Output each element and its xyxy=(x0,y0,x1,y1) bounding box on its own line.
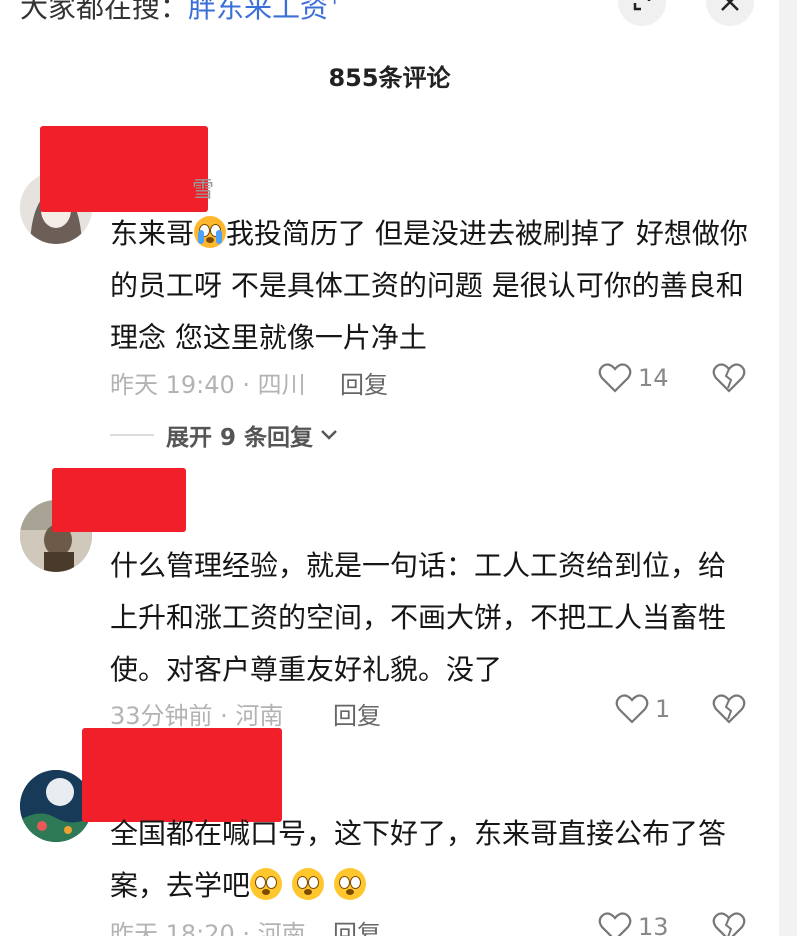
flushed-emoji-icon xyxy=(292,868,325,900)
search-suggestion[interactable]: 大家都在搜：胖东来工资⚲ xyxy=(20,0,341,26)
comment-text-part: 全国都在喊口号，这下好了，东来哥直接公布了答案，去学吧 xyxy=(110,817,727,902)
like-button[interactable]: 13 xyxy=(598,911,669,936)
search-term-link[interactable]: 胖东来工资 xyxy=(188,0,328,24)
comments-sheet: 大家都在搜：胖东来工资⚲ 855条评论 雪 东来哥我投简历了 但是没进去被刷掉了… xyxy=(0,0,779,936)
comment-text: 东来哥 我投简历了 但是没进去被刷掉了 好想做你的员工呀 不是具体工资的问题 是很… xyxy=(110,208,750,364)
comment-meta: 33分钟前 · 河南 xyxy=(110,702,284,730)
reply-button[interactable]: 回复 xyxy=(333,914,381,936)
expand-icon xyxy=(633,0,651,11)
like-count: 14 xyxy=(638,364,669,392)
crying-emoji-icon xyxy=(194,216,227,248)
close-button[interactable] xyxy=(706,0,754,26)
comment-text-part: 东来哥 xyxy=(110,217,195,250)
comment-text: 什么管理经验，就是一句话：工人工资给到位，给上升和涨工资的空间，不画大饼，不把工… xyxy=(110,549,727,686)
comment-text: 全国都在喊口号，这下好了，东来哥直接公布了答案，去学吧 xyxy=(110,808,750,912)
expand-replies-button[interactable]: 展开 9 条回复 xyxy=(110,418,339,452)
dislike-button[interactable] xyxy=(712,362,746,398)
comment-meta: 昨天 18:20 · 河南 xyxy=(110,920,306,936)
dislike-button[interactable] xyxy=(712,911,746,936)
heart-icon xyxy=(598,363,632,393)
broken-heart-icon xyxy=(712,363,746,393)
reply-button[interactable]: 回复 xyxy=(340,365,388,400)
reply-button[interactable]: 回复 xyxy=(333,696,381,731)
heart-icon xyxy=(615,694,649,724)
search-prefix: 大家都在搜： xyxy=(20,0,189,24)
like-count: 13 xyxy=(638,913,669,936)
expand-button[interactable] xyxy=(618,0,666,26)
heart-icon xyxy=(598,912,632,936)
username[interactable]: 雪 xyxy=(192,172,214,204)
redacted-username xyxy=(40,126,208,212)
flushed-emoji-icon xyxy=(250,868,283,900)
dislike-button[interactable] xyxy=(712,693,746,729)
comment-meta: 昨天 19:40 · 四川 xyxy=(110,371,306,399)
flushed-emoji-icon xyxy=(334,868,367,900)
chevron-down-icon xyxy=(321,430,337,440)
search-icon[interactable]: ⚲ xyxy=(328,0,341,7)
broken-heart-icon xyxy=(712,912,746,936)
comment-count-title: 855条评论 xyxy=(328,64,451,92)
like-count: 1 xyxy=(655,695,671,723)
redacted-username xyxy=(52,468,186,532)
broken-heart-icon xyxy=(712,694,746,724)
close-icon xyxy=(721,0,739,11)
expand-replies-label: 展开 9 条回复 xyxy=(166,425,314,451)
like-button[interactable]: 14 xyxy=(598,362,669,394)
like-button[interactable]: 1 xyxy=(615,693,670,725)
divider-line xyxy=(110,434,154,436)
